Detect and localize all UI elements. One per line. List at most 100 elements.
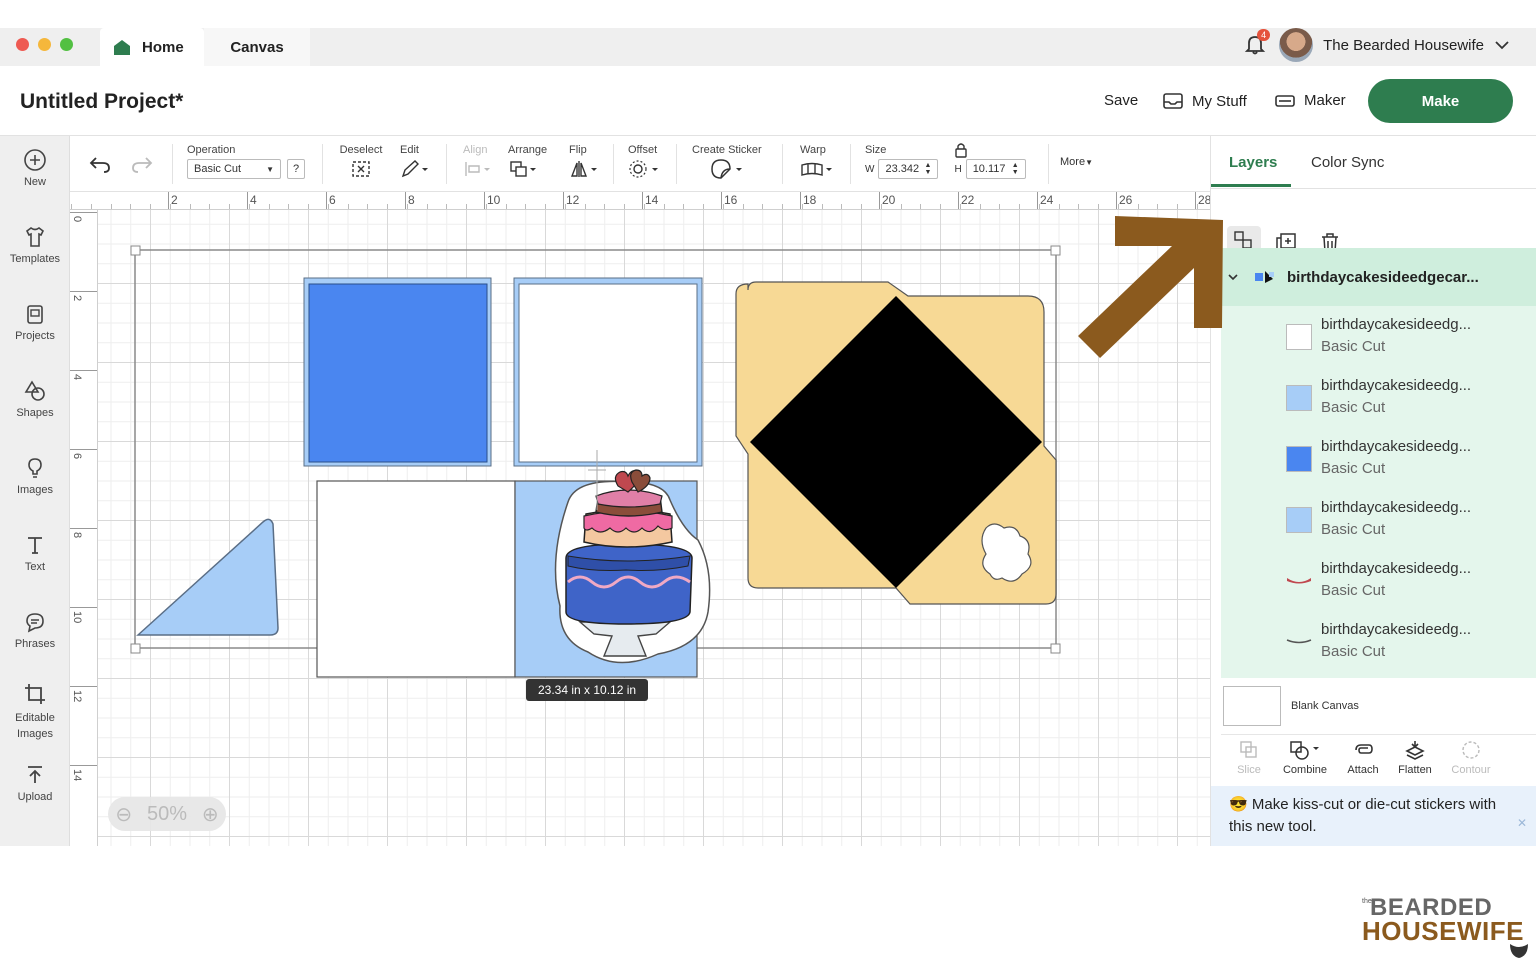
attach-button[interactable]: Attach	[1335, 739, 1391, 776]
ruler-tick	[70, 765, 97, 766]
layer-row[interactable]: birthdaycakesideedg... Basic Cut	[1221, 306, 1536, 367]
avatar[interactable]	[1279, 28, 1314, 62]
project-title[interactable]: Untitled Project*	[20, 90, 183, 114]
account-name[interactable]: The Bearded Housewife	[1323, 37, 1484, 54]
paperclip-icon	[1355, 744, 1373, 754]
ruler-minor-tick	[327, 204, 329, 209]
my-stuff-button[interactable]: My Stuff	[1162, 92, 1247, 110]
ruler-minor-tick	[1196, 204, 1198, 209]
minimize-window-button[interactable]	[38, 38, 51, 51]
ruler-minor-tick	[584, 204, 586, 209]
tab-color-sync[interactable]: Color Sync	[1311, 154, 1384, 171]
layer-name: birthdaycakesideedg...	[1321, 316, 1472, 333]
operation-select[interactable]: Basic Cut ▼	[187, 159, 281, 179]
close-window-button[interactable]	[16, 38, 29, 51]
combine-button[interactable]: Combine	[1277, 739, 1333, 776]
selection-handle[interactable]	[1050, 643, 1061, 654]
tab-home[interactable]: Home	[100, 28, 204, 66]
sticker-tool-notice: 😎 Make kiss-cut or die-cut stickers with…	[1211, 786, 1536, 846]
tab-canvas[interactable]: Canvas	[204, 28, 310, 66]
redo-icon[interactable]	[130, 154, 154, 174]
ruler-minor-tick	[722, 204, 724, 209]
ruler-label: 8	[408, 193, 415, 207]
selection-handle[interactable]	[130, 643, 141, 654]
sidebar-item-text[interactable]: Text	[0, 533, 70, 573]
layer-row[interactable]: birthdaycakesideedg... Basic Cut	[1221, 489, 1536, 550]
speech-bubble-icon	[26, 613, 44, 633]
sidebar-label-upload: Upload	[17, 791, 53, 803]
layer-group-row[interactable]: birthdaycakesideedgecar...	[1221, 248, 1536, 306]
layer-operation: Basic Cut	[1321, 521, 1386, 538]
design-canvas[interactable]: 23.34 in x 10.12 in ⊖ 50% ⊕	[98, 210, 1210, 846]
make-button[interactable]: Make	[1368, 79, 1513, 123]
ruler-label: 24	[1040, 193, 1054, 207]
flip-button[interactable]: Flip	[569, 144, 603, 182]
layer-row[interactable]: birthdaycakesideedg... Basic Cut	[1221, 550, 1536, 611]
undo-icon[interactable]	[88, 154, 112, 174]
offset-button[interactable]: Offset	[628, 144, 668, 182]
ruler-minor-tick	[1038, 204, 1040, 209]
text-icon	[28, 537, 42, 554]
ruler-minor-tick	[347, 204, 349, 209]
ruler-minor-tick	[485, 204, 487, 209]
align-button[interactable]: Align	[463, 144, 497, 182]
chevron-down-icon[interactable]	[1494, 40, 1510, 50]
white-card[interactable]	[316, 480, 516, 678]
maker-button[interactable]: Maker	[1274, 92, 1346, 109]
height-input[interactable]: 10.117 ▲ ▼	[965, 159, 1026, 179]
layer-row[interactable]: birthdaycakesideedg... Basic Cut	[1221, 611, 1536, 672]
more-button[interactable]: More▼	[1060, 156, 1093, 168]
sidebar-item-upload[interactable]: Upload	[0, 763, 70, 803]
selection-handle[interactable]	[130, 245, 141, 256]
ruler-minor-tick	[1117, 204, 1119, 209]
edit-button[interactable]: Edit	[400, 144, 434, 182]
white-square[interactable]	[518, 283, 698, 463]
layer-operation: Basic Cut	[1321, 643, 1386, 660]
light-blue-triangle[interactable]	[136, 518, 279, 636]
close-notice-icon[interactable]: ✕	[1517, 812, 1527, 834]
save-button[interactable]: Save	[1104, 92, 1138, 109]
sidebar-item-projects[interactable]: Projects	[0, 302, 70, 342]
create-sticker-label: Create Sticker	[692, 144, 762, 156]
blank-canvas-row[interactable]: Blank Canvas	[1211, 684, 1536, 734]
left-sidebar: New Templates Projects Shapes Images Tex…	[0, 136, 70, 846]
ruler-label: 10	[71, 611, 83, 624]
flatten-button[interactable]: Flatten	[1387, 739, 1443, 776]
sidebar-item-shapes[interactable]: Shapes	[0, 379, 70, 419]
ruler-tick	[70, 686, 97, 687]
layer-operation: Basic Cut	[1321, 582, 1386, 599]
sidebar-item-editable-images[interactable]: Editable Images	[0, 682, 70, 742]
lock-icon[interactable]	[954, 142, 968, 158]
ruler-minor-tick	[189, 204, 191, 209]
slice-button[interactable]: Slice	[1221, 739, 1277, 776]
ruler-label: 12	[71, 690, 83, 703]
sidebar-item-new[interactable]: New	[0, 148, 70, 188]
create-sticker-button[interactable]: Create Sticker	[692, 144, 768, 183]
layer-row[interactable]: birthdaycakesideedg... Basic Cut	[1221, 428, 1536, 489]
selection-handle[interactable]	[1050, 245, 1061, 256]
zoom-out-icon[interactable]: ⊖	[115, 802, 132, 827]
tutorial-arrow-overlay	[1078, 216, 1223, 358]
ruler-minor-tick	[643, 204, 645, 209]
maximize-window-button[interactable]	[60, 38, 73, 51]
sidebar-item-phrases[interactable]: Phrases	[0, 610, 70, 650]
layer-row[interactable]: birthdaycakesideedg... Basic Cut	[1221, 367, 1536, 428]
flip-label: Flip	[569, 144, 587, 156]
sidebar-item-images[interactable]: Images	[0, 456, 70, 496]
operation-help-button[interactable]: ?	[287, 159, 305, 179]
width-input[interactable]: 23.342 ▲ ▼	[878, 159, 939, 179]
deselect-button[interactable]: Deselect	[338, 144, 384, 182]
size-group: Size W 23.342 ▲ ▼ H 10.117 ▲ ▼	[865, 142, 1045, 179]
sidebar-item-templates[interactable]: Templates	[0, 225, 70, 265]
tab-layers[interactable]: Layers	[1211, 154, 1291, 187]
notification-bell[interactable]: 4	[1243, 29, 1271, 58]
toolbar-separator	[172, 144, 173, 184]
ruler-minor-tick	[1177, 204, 1178, 209]
arrange-button[interactable]: Arrange	[508, 144, 554, 182]
blue-square[interactable]	[308, 283, 488, 463]
contour-button[interactable]: Contour	[1443, 739, 1499, 776]
more-label: More	[1060, 156, 1086, 168]
ruler-minor-tick	[406, 204, 408, 209]
zoom-in-icon[interactable]: ⊕	[202, 802, 219, 827]
warp-button[interactable]: Warp	[800, 144, 836, 182]
